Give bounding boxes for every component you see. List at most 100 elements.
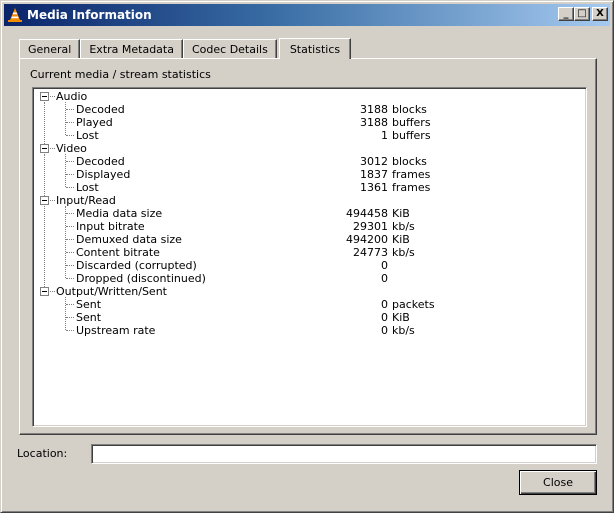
- vlc-cone-icon: [7, 7, 23, 23]
- stat-unit: blocks: [392, 103, 427, 116]
- stat-unit: kb/s: [392, 246, 415, 259]
- tree-connector: [66, 239, 74, 240]
- tree-item[interactable]: Played 3188 buffers: [33, 116, 586, 129]
- stat-unit: buffers: [392, 129, 431, 142]
- tree-item[interactable]: Demuxed data size 494200 KiB: [33, 233, 586, 246]
- stat-label: Dropped (discontinued): [76, 272, 206, 285]
- statistics-tree[interactable]: Audio Decoded 3188 blocks Played 3188 buffers L…: [32, 87, 587, 427]
- stat-value: 24773: [353, 246, 388, 259]
- tree-item[interactable]: Lost 1 buffers: [33, 129, 586, 142]
- tree-connector: [50, 291, 55, 292]
- tree-item[interactable]: Discarded (corrupted) 0: [33, 259, 586, 272]
- tree-connector: [66, 109, 74, 110]
- stat-label: Upstream rate: [76, 324, 156, 337]
- tree-item[interactable]: Decoded 3012 blocks: [33, 155, 586, 168]
- media-information-window: Media Information _ □ X General Extra Me…: [0, 0, 614, 513]
- tree-item[interactable]: Content bitrate 24773 kb/s: [33, 246, 586, 259]
- stat-unit: blocks: [392, 155, 427, 168]
- tree-group[interactable]: Audio: [33, 90, 586, 103]
- stat-label: Decoded: [76, 155, 125, 168]
- close-window-button[interactable]: X: [592, 7, 608, 21]
- stat-value: 494200: [346, 233, 388, 246]
- collapse-icon[interactable]: [40, 144, 49, 153]
- stat-label: Played: [76, 116, 113, 129]
- stat-value: 0: [381, 311, 388, 324]
- stat-value: 1361: [360, 181, 388, 194]
- tree-connector: [50, 96, 55, 97]
- tree-connector: [66, 265, 74, 266]
- stat-value: 1837: [360, 168, 388, 181]
- stat-unit: frames: [392, 168, 431, 181]
- tree-connector: [66, 330, 74, 331]
- maximize-icon: □: [577, 8, 587, 19]
- collapse-icon[interactable]: [40, 196, 49, 205]
- tree-connector: [66, 213, 74, 214]
- tree-connector: [66, 187, 74, 188]
- stat-value: 1: [381, 129, 388, 142]
- stat-label: Lost: [76, 129, 99, 142]
- tab-general[interactable]: General: [19, 39, 81, 58]
- minimize-icon: _: [563, 8, 569, 19]
- window-title: Media Information: [27, 8, 152, 22]
- stat-label: Input bitrate: [76, 220, 145, 233]
- tree-connector: [66, 135, 74, 136]
- stat-unit: kb/s: [392, 324, 415, 337]
- tree-item[interactable]: Upstream rate 0 kb/s: [33, 324, 586, 337]
- stat-unit: buffers: [392, 116, 431, 129]
- tab-bar: General Extra Metadata Codec Details Sta…: [19, 38, 352, 59]
- stat-value: 0: [381, 259, 388, 272]
- tree-connector: [66, 252, 74, 253]
- tree-item[interactable]: Sent 0 KiB: [33, 311, 586, 324]
- stat-value: 3188: [360, 103, 388, 116]
- tree-group-label: Audio: [56, 90, 88, 103]
- stat-label: Sent: [76, 298, 102, 311]
- tree-connector: [66, 226, 74, 227]
- stat-unit: frames: [392, 181, 431, 194]
- tree-item[interactable]: Decoded 3188 blocks: [33, 103, 586, 116]
- stat-unit: KiB: [392, 207, 410, 220]
- tree-connector: [50, 148, 55, 149]
- tree-connector: [50, 200, 55, 201]
- stat-value: 3188: [360, 116, 388, 129]
- tree-connector: [66, 304, 74, 305]
- stat-label: Displayed: [76, 168, 131, 181]
- stat-label: Content bitrate: [76, 246, 160, 259]
- collapse-icon[interactable]: [40, 287, 49, 296]
- stat-label: Lost: [76, 181, 99, 194]
- stat-value: 3012: [360, 155, 388, 168]
- tab-codec-details[interactable]: Codec Details: [182, 39, 277, 58]
- stat-unit: KiB: [392, 233, 410, 246]
- tree-item[interactable]: Media data size 494458 KiB: [33, 207, 586, 220]
- stat-label: Sent: [76, 311, 102, 324]
- tree-connector: [66, 317, 74, 318]
- stat-label: Discarded (corrupted): [76, 259, 197, 272]
- close-icon: X: [596, 8, 604, 19]
- stat-value: 0: [381, 298, 388, 311]
- close-button[interactable]: Close: [519, 470, 597, 495]
- tab-extra-metadata[interactable]: Extra Metadata: [80, 39, 183, 58]
- title-bar[interactable]: Media Information _ □ X: [4, 4, 610, 26]
- stat-unit: KiB: [392, 311, 410, 324]
- tree-connector: [66, 161, 74, 162]
- minimize-button[interactable]: _: [558, 7, 574, 21]
- tree-item[interactable]: Lost 1361 frames: [33, 181, 586, 194]
- stat-label: Media data size: [76, 207, 163, 220]
- maximize-button[interactable]: □: [574, 7, 590, 21]
- stat-unit: kb/s: [392, 220, 415, 233]
- location-input[interactable]: [91, 444, 597, 464]
- tree-item[interactable]: Input bitrate 29301 kb/s: [33, 220, 586, 233]
- tree-connector: [66, 174, 74, 175]
- collapse-icon[interactable]: [40, 92, 49, 101]
- stat-value: 494458: [346, 207, 388, 220]
- tree-group[interactable]: Video: [33, 142, 586, 155]
- tab-statistics[interactable]: Statistics: [278, 38, 352, 59]
- tree-item[interactable]: Sent 0 packets: [33, 298, 586, 311]
- tree-connector: [66, 122, 74, 123]
- tree-group[interactable]: Output/Written/Sent: [33, 285, 586, 298]
- stat-unit: packets: [392, 298, 435, 311]
- tree-item[interactable]: Dropped (discontinued) 0: [33, 272, 586, 285]
- tree-group[interactable]: Input/Read: [33, 194, 586, 207]
- tree-connector: [66, 278, 74, 279]
- location-label: Location:: [17, 447, 68, 460]
- tree-item[interactable]: Displayed 1837 frames: [33, 168, 586, 181]
